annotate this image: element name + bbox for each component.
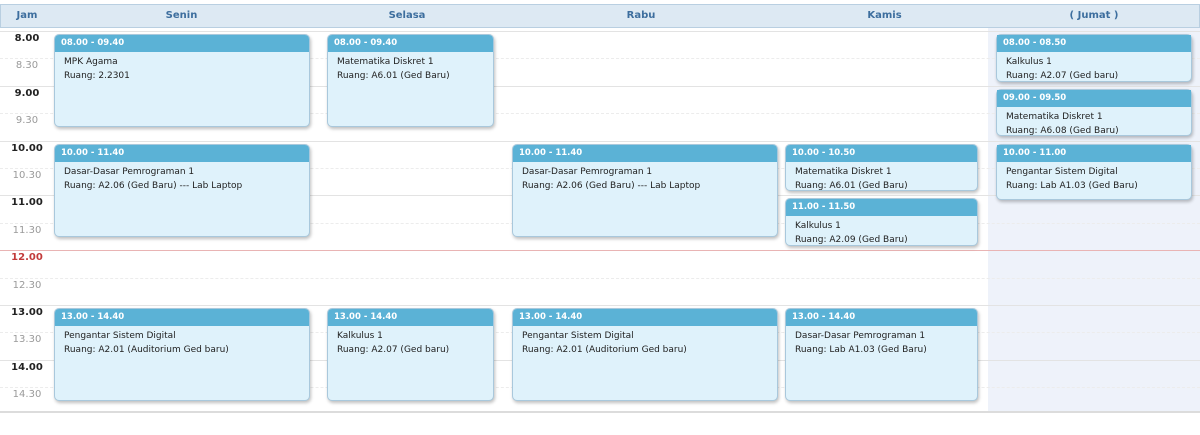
event-card[interactable]: 11.00 - 11.50 Kalkulus 1 Ruang: A2.09 (Ged… xyxy=(785,198,978,247)
event-room: Ruang: A2.07 (Ged baru) xyxy=(1006,71,1119,81)
time-label: 11.30 xyxy=(12,224,42,236)
grid-line xyxy=(0,305,1200,306)
time-label: 9.30 xyxy=(15,115,39,127)
event-time: 08.00 - 08.50 xyxy=(997,35,1191,52)
time-label: 11.00 xyxy=(11,197,43,209)
event-title: Matematika Diskret 1 xyxy=(337,57,434,67)
event-body: Pengantar Sistem Digital Ruang: Lab A1.03… xyxy=(997,162,1191,193)
event-time: 13.00 - 14.40 xyxy=(328,309,493,326)
event-card[interactable]: 08.00 - 09.40 MPK Agama Ruang: 2.2301 xyxy=(54,34,310,128)
header-day-senin: Senin xyxy=(165,10,198,21)
time-label: 14.30 xyxy=(12,389,42,401)
event-time: 08.00 - 09.40 xyxy=(55,35,309,52)
event-time: 11.00 - 11.50 xyxy=(786,199,977,217)
header-jam: Jam xyxy=(16,10,38,21)
event-room: Ruang: A2.09 (Ged Baru) xyxy=(795,235,908,246)
time-label: 9.00 xyxy=(14,87,40,99)
event-body: Kalkulus 1 Ruang: A2.07 (Ged baru) xyxy=(328,326,493,357)
event-title: Matematika Diskret 1 xyxy=(795,166,892,177)
event-title: Kalkulus 1 xyxy=(795,221,841,232)
event-card[interactable]: 10.00 - 11.40 Dasar-Dasar Pemrograman 1 Ru… xyxy=(54,143,310,237)
event-room: Ruang: A2.06 (Ged Baru) --- Lab Laptop xyxy=(64,180,243,191)
event-room: Ruang: Lab A1.03 (Ged Baru) xyxy=(795,345,927,355)
event-body: Matematika Diskret 1 Ruang: A6.01 (Ged Ba… xyxy=(328,52,493,83)
event-time: 09.00 - 09.50 xyxy=(997,89,1191,107)
event-card[interactable]: 13.00 - 14.40 Dasar-Dasar Pemrograman 1 Ru… xyxy=(785,308,978,402)
header-day-rabu: Rabu xyxy=(626,10,656,21)
event-body: Matematika Diskret 1 Ruang: A6.08 (Ged Ba… xyxy=(997,107,1191,138)
event-time: 13.00 - 14.40 xyxy=(55,309,309,326)
event-room: Ruang: Lab A1.03 (Ged Baru) xyxy=(1006,180,1138,191)
event-room: Ruang: 2.2301 xyxy=(64,71,130,81)
event-time: 08.00 - 09.40 xyxy=(328,35,493,52)
header-day-kamis: Kamis xyxy=(867,10,902,21)
event-title: Pengantar Sistem Digital xyxy=(1006,166,1118,177)
event-time: 10.00 - 11.40 xyxy=(513,144,777,162)
event-room: Ruang: A6.08 (Ged Baru) xyxy=(1006,125,1119,136)
event-body: Dasar-Dasar Pemrograman 1 Ruang: Lab A1.0… xyxy=(786,326,977,357)
event-room: Ruang: A2.01 (Auditorium Ged baru) xyxy=(64,345,229,355)
header-day-selasa: Selasa xyxy=(388,10,426,21)
event-title: MPK Agama xyxy=(64,57,118,67)
event-title: Matematika Diskret 1 xyxy=(1006,111,1103,122)
time-label: 12.30 xyxy=(12,279,42,291)
event-time: 10.00 - 11.40 xyxy=(55,144,309,162)
event-card[interactable]: 08.00 - 08.50 Kalkulus 1 Ruang: A2.07 (Ged… xyxy=(996,34,1192,82)
event-card[interactable]: 13.00 - 14.40 Kalkulus 1 Ruang: A2.07 (Ged… xyxy=(327,308,494,402)
event-body: Dasar-Dasar Pemrograman 1 Ruang: A2.06 (G… xyxy=(513,162,777,193)
event-room: Ruang: A2.06 (Ged Baru) --- Lab Laptop xyxy=(522,180,701,191)
event-card[interactable]: 10.00 - 11.40 Dasar-Dasar Pemrograman 1 Ru… xyxy=(512,143,778,237)
header-day-jumat: ( Jumat ) xyxy=(1069,10,1119,21)
event-card[interactable]: 09.00 - 09.50 Matematika Diskret 1 Ruang: … xyxy=(996,88,1192,138)
event-room: Ruang: A6.01 (Ged Baru) xyxy=(337,71,450,81)
event-card[interactable]: 10.00 - 11.00 Pengantar Sistem Digital Rua… xyxy=(996,143,1192,201)
event-room: Ruang: A2.01 (Auditorium Ged baru) xyxy=(522,345,687,355)
event-body: Dasar-Dasar Pemrograman 1 Ruang: A2.06 (G… xyxy=(55,162,309,193)
event-room: Ruang: A6.01 (Ged Baru) xyxy=(795,180,908,191)
grid-line xyxy=(0,31,1200,32)
time-label: 10.00 xyxy=(11,142,43,154)
event-title: Dasar-Dasar Pemrograman 1 xyxy=(795,331,926,341)
event-time: 13.00 - 14.40 xyxy=(513,309,777,326)
grid-line xyxy=(0,277,1200,279)
event-body: Pengantar Sistem Digital Ruang: A2.01 (Au… xyxy=(513,326,777,357)
event-title: Kalkulus 1 xyxy=(1006,57,1052,67)
event-room: Ruang: A2.07 (Ged baru) xyxy=(337,345,450,355)
event-body: Matematika Diskret 1 Ruang: A6.01 (Ged Ba… xyxy=(786,162,977,191)
event-body: Kalkulus 1 Ruang: A2.09 (Ged Baru) xyxy=(786,216,977,246)
event-title: Dasar-Dasar Pemrograman 1 xyxy=(522,166,653,177)
event-time: 13.00 - 14.40 xyxy=(786,309,977,326)
time-label: 12.00 xyxy=(11,252,43,264)
event-title: Kalkulus 1 xyxy=(337,331,383,341)
time-label: 8.30 xyxy=(15,60,39,72)
time-label: 14.00 xyxy=(11,361,43,373)
grid-line xyxy=(0,250,1200,252)
time-label: 8.00 xyxy=(14,33,40,44)
weekly-schedule: Jam Senin Selasa Rabu Kamis ( Jumat ) 8.… xyxy=(0,0,1200,435)
event-card[interactable]: 13.00 - 14.40 Pengantar Sistem Digital Rua… xyxy=(512,308,778,402)
event-body: Pengantar Sistem Digital Ruang: A2.01 (Au… xyxy=(55,326,309,357)
event-time: 10.00 - 11.00 xyxy=(997,144,1191,162)
grid-line xyxy=(0,140,1200,142)
time-label: 13.00 xyxy=(11,307,43,318)
event-title: Dasar-Dasar Pemrograman 1 xyxy=(64,166,195,177)
event-body: MPK Agama Ruang: 2.2301 xyxy=(55,52,309,83)
event-card[interactable]: 13.00 - 14.40 Pengantar Sistem Digital Rua… xyxy=(54,308,310,402)
time-label: 10.30 xyxy=(12,170,42,181)
event-time: 10.00 - 10.50 xyxy=(786,144,977,162)
event-card[interactable]: 10.00 - 10.50 Matematika Diskret 1 Ruang: … xyxy=(785,143,978,192)
time-label: 13.30 xyxy=(12,334,42,346)
event-card[interactable]: 08.00 - 09.40 Matematika Diskret 1 Ruang: … xyxy=(327,34,494,128)
event-title: Pengantar Sistem Digital xyxy=(64,331,176,341)
event-body: Kalkulus 1 Ruang: A2.07 (Ged baru) xyxy=(997,52,1191,83)
event-title: Pengantar Sistem Digital xyxy=(522,331,634,341)
grid-bottom-line xyxy=(0,411,1200,413)
